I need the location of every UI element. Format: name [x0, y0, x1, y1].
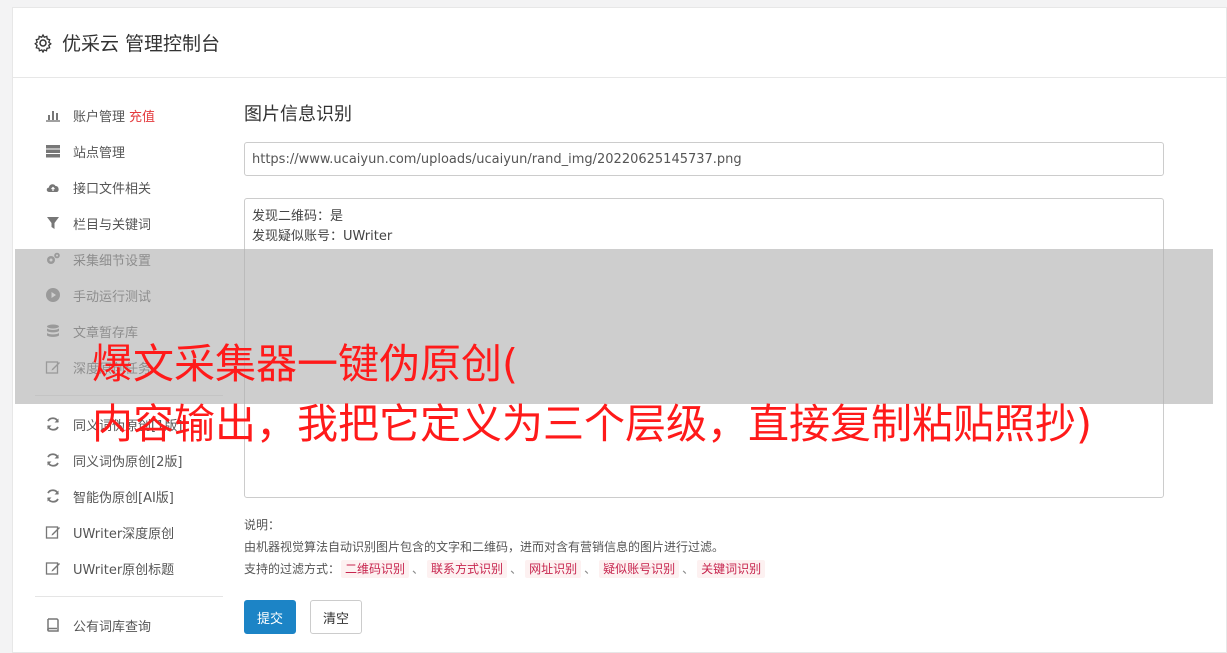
sidebar-item-g1-0[interactable]: 账户管理 充值: [13, 97, 228, 133]
header: 优采云 管理控制台: [13, 8, 1226, 78]
recharge-link[interactable]: 充值: [129, 106, 155, 125]
filter-separator: 、: [584, 562, 597, 576]
cloud-upload-icon: [45, 179, 61, 195]
refresh-icon: [45, 416, 61, 432]
sidebar-item-label: 接口文件相关: [73, 181, 152, 197]
sidebar-item-g2-3[interactable]: UWriter深度原创: [13, 514, 228, 550]
sidebar-item-label: 站点管理: [73, 145, 126, 161]
filter-separator: 、: [510, 562, 523, 576]
sidebar-item-g2-4[interactable]: UWriter原创标题: [13, 550, 228, 586]
sidebar-divider: [35, 596, 223, 597]
sidebar-item-label: 同义词伪原创[2版]: [73, 454, 183, 470]
sidebar-item-label: 智能伪原创[AI版]: [73, 490, 174, 506]
notes: 说明： 由机器视觉算法自动识别图片包含的文字和二维码，进而对含有营销信息的图片进…: [244, 514, 1164, 580]
sidebar-item-g1-1[interactable]: 站点管理: [13, 133, 228, 169]
section-title: 图片信息识别: [244, 104, 352, 125]
sidebar-item-g2-2[interactable]: 智能伪原创[AI版]: [13, 478, 228, 514]
sidebar-item-label: UWriter深度原创: [73, 526, 175, 542]
sidebar-item-g1-3[interactable]: 栏目与关键词: [13, 205, 228, 241]
filter-tag: 网址识别: [525, 560, 582, 578]
gear-icon: [33, 33, 53, 53]
page-title: 优采云 管理控制台: [62, 33, 221, 55]
sidebar-item-g1-2[interactable]: 接口文件相关: [13, 169, 228, 205]
sidebar-item-label: 栏目与关键词: [73, 217, 152, 233]
filter-separator: 、: [412, 562, 425, 576]
filter-tag: 关键词识别: [697, 560, 766, 578]
notes-heading: 说明：: [244, 518, 281, 532]
bar-chart-icon: [45, 107, 61, 123]
sidebar-item-label: 账户管理: [73, 109, 126, 125]
refresh-icon: [45, 488, 61, 504]
refresh-icon: [45, 452, 61, 468]
filter-label: 支持的过滤方式：: [244, 562, 341, 576]
filter-separator: 、: [682, 562, 695, 576]
notes-description: 由机器视觉算法自动识别图片包含的文字和二维码，进而对含有营销信息的图片进行过滤。: [244, 540, 725, 554]
sidebar-item-label: 公有词库查询: [73, 619, 152, 635]
edit-icon: [45, 560, 61, 576]
filter-tag: 疑似账号识别: [599, 560, 680, 578]
book-icon: [45, 617, 61, 633]
server-icon: [45, 143, 61, 159]
overlay-text-line1: 爆文采集器一键伪原创(: [92, 340, 518, 388]
submit-button[interactable]: 提交: [244, 600, 297, 634]
filter-icon: [45, 215, 61, 231]
sidebar-item-label: UWriter原创标题: [73, 562, 175, 578]
filter-tag: 二维码识别: [341, 560, 410, 578]
overlay-text-line2: 内容输出，我把它定义为三个层级，直接复制粘贴照抄): [92, 400, 1092, 448]
image-url-input[interactable]: [244, 142, 1164, 176]
filter-methods: 支持的过滤方式： 二维码识别、联系方式识别、网址识别、疑似账号识别、关键词识别: [244, 558, 1164, 580]
edit-icon: [45, 524, 61, 540]
sidebar-item-g3-0[interactable]: 公有词库查询: [13, 607, 228, 643]
filter-tag: 联系方式识别: [427, 560, 508, 578]
clear-button[interactable]: 清空: [310, 600, 363, 634]
